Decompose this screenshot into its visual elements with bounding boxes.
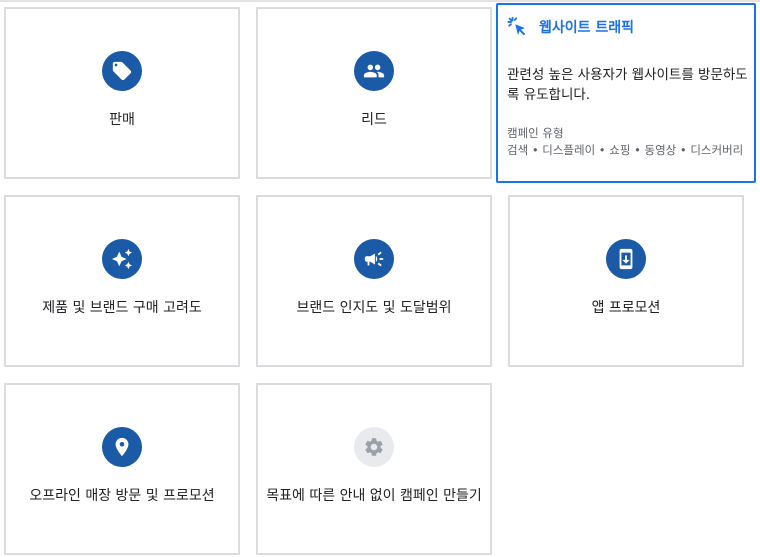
goal-card-leads[interactable]: 리드 <box>256 7 492 179</box>
location-pin-icon <box>102 427 142 467</box>
campaign-types-list: 검색 • 디스플레이 • 쇼핑 • 동영상 • 디스커버리 <box>507 143 744 157</box>
sparkle-icon <box>102 239 142 279</box>
goal-card-app-promotion[interactable]: 앱 프로모션 <box>508 195 744 367</box>
goal-label: 리드 <box>361 112 387 128</box>
people-icon <box>354 51 394 91</box>
goal-label: 앱 프로모션 <box>591 300 661 316</box>
goal-label: 목표에 따른 안내 없이 캠페인 만들기 <box>266 488 482 504</box>
goal-card-awareness[interactable]: 브랜드 인지도 및 도달범위 <box>256 195 492 367</box>
goal-card-no-goal[interactable]: 목표에 따른 안내 없이 캠페인 만들기 <box>256 383 492 555</box>
goal-label: 브랜드 인지도 및 도달범위 <box>296 300 452 316</box>
goal-card-sales[interactable]: 판매 <box>4 7 240 179</box>
gear-icon <box>354 427 394 467</box>
phone-download-icon <box>606 239 646 279</box>
goal-label: 판매 <box>109 112 135 128</box>
top-divider <box>0 0 760 2</box>
tag-icon <box>102 51 142 91</box>
goal-label: 오프라인 매장 방문 및 프로모션 <box>29 488 215 504</box>
goal-label: 제품 및 브랜드 구매 고려도 <box>42 300 202 316</box>
goal-description: 관련성 높은 사용자가 웹사이트를 방문하도록 유도합니다. <box>507 67 748 103</box>
goal-card-store-visits[interactable]: 오프라인 매장 방문 및 프로모션 <box>4 383 240 555</box>
click-cursor-icon <box>507 16 529 38</box>
goal-title: 웹사이트 트래픽 <box>539 20 635 36</box>
goal-card-consideration[interactable]: 제품 및 브랜드 구매 고려도 <box>4 195 240 367</box>
campaign-types-label: 캠페인 유형 <box>507 126 564 140</box>
megaphone-icon <box>354 239 394 279</box>
goal-card-website-traffic[interactable]: 웹사이트 트래픽 관련성 높은 사용자가 웹사이트를 방문하도록 유도합니다. … <box>496 3 756 183</box>
